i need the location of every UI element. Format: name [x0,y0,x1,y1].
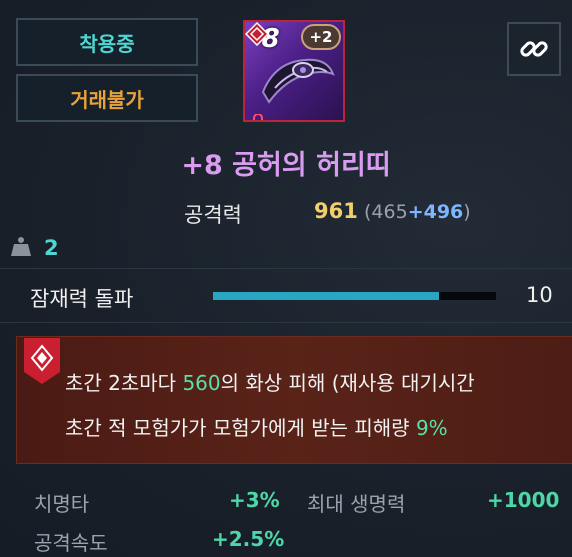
special-effect-box: 초간 2초마다 560의 화상 피해 (재사용 대기시간 초간 적 모험가가 모… [16,336,572,464]
substat-label-max-hp: 최대 생명력 [307,492,406,516]
effect-line-1: 초간 2초마다 560의 화상 피해 (재사용 대기시간 [65,371,475,395]
link-icon [520,41,548,57]
effect-line-2: 초간 적 모험가가 모험가에게 받는 피해량 9% [65,416,448,440]
substat-label-attack-speed: 공격속도 [34,531,108,555]
weight-value: 2 [44,236,59,260]
link-button[interactable] [507,22,561,76]
grade-emblem-icon [245,22,269,46]
equipped-tag: 착용중 [16,18,198,66]
divider [0,322,572,323]
substat-value-attack-speed: +2.5% [212,527,285,551]
attack-value: 961 [314,199,358,223]
skill-emblem-icon [24,338,60,384]
bonus-badge: +2 [301,24,341,50]
substat-value-max-hp: +1000 [487,488,560,512]
attack-detail: (465+496) [364,201,471,223]
attack-label: 공격력 [184,203,242,227]
potential-value: 10 [526,283,553,307]
item-icon-frame[interactable]: +8 +2 [243,20,345,122]
item-name: +8 공허의 허리띠 [181,150,391,181]
weight-icon [11,237,31,256]
substat-label-crit: 치명타 [34,492,90,516]
potential-bar [213,292,496,300]
untradable-tag: 거래불가 [16,74,198,122]
item-tooltip-panel: 착용중 거래불가 +8 +2 +8 공허의 허리띠 공격력 961 (465+4… [0,0,572,557]
potential-label: 잠재력 돌파 [30,287,134,311]
divider [0,268,572,269]
substat-value-crit: +3% [229,488,280,512]
potential-bar-fill [213,292,440,300]
